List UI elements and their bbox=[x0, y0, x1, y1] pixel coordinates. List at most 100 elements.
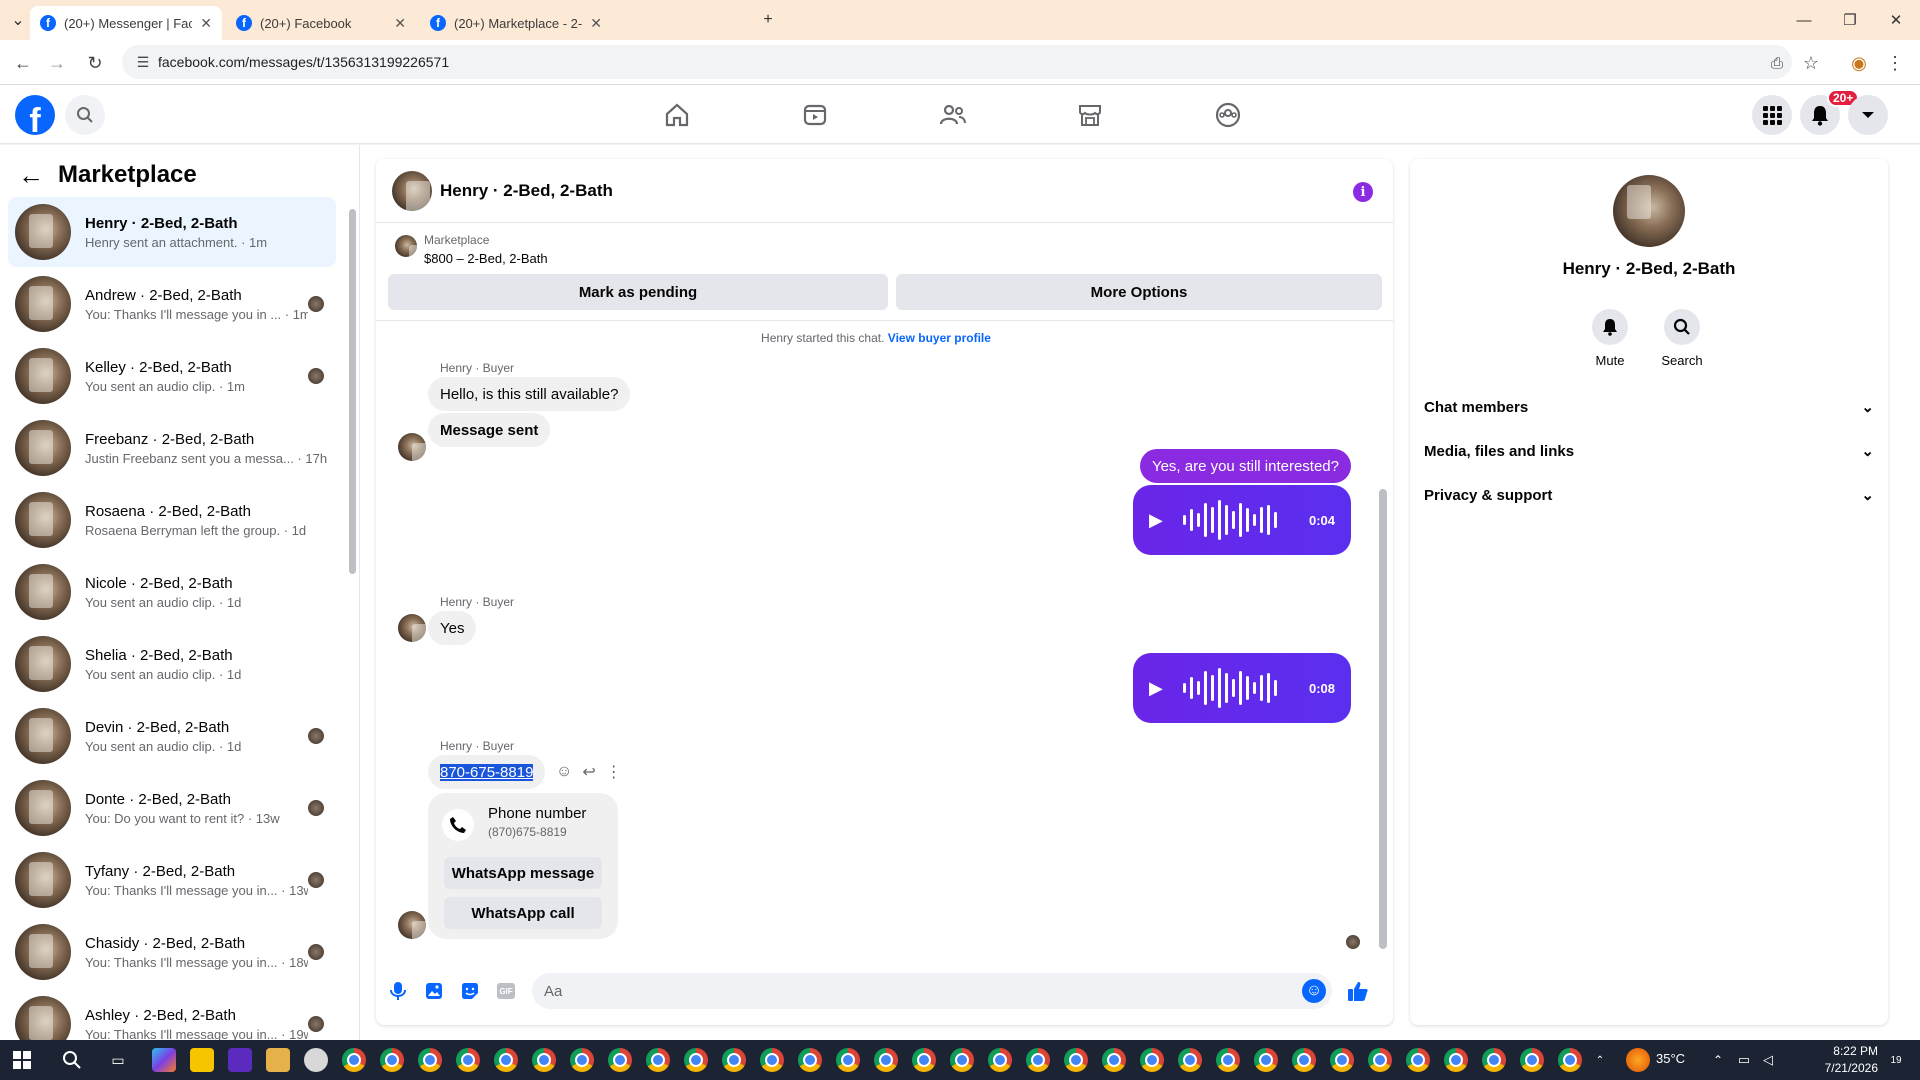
media-files-links-section[interactable]: Media, files and links ⌄ bbox=[1424, 429, 1874, 473]
chrome-icon[interactable] bbox=[1216, 1048, 1240, 1072]
chrome-icon[interactable] bbox=[646, 1048, 670, 1072]
network-icon[interactable]: ▭ bbox=[1732, 1048, 1756, 1072]
chrome-icon[interactable] bbox=[912, 1048, 936, 1072]
whatsapp-message-button[interactable]: WhatsApp message bbox=[444, 857, 602, 889]
account-chevron-icon[interactable] bbox=[1848, 95, 1888, 135]
chrome-icon[interactable] bbox=[608, 1048, 632, 1072]
notification-center-icon[interactable]: 19 bbox=[1884, 1048, 1908, 1072]
chrome-icon[interactable] bbox=[722, 1048, 746, 1072]
home-icon[interactable] bbox=[617, 86, 737, 144]
chrome-icon[interactable] bbox=[380, 1048, 404, 1072]
site-info-icon[interactable]: ☰ bbox=[128, 54, 158, 71]
chrome-icon[interactable] bbox=[760, 1048, 784, 1072]
windows-start-icon[interactable] bbox=[10, 1048, 34, 1072]
chrome-icon[interactable] bbox=[1444, 1048, 1468, 1072]
chrome-icon[interactable] bbox=[1330, 1048, 1354, 1072]
chrome-icon[interactable] bbox=[684, 1048, 708, 1072]
chrome-icon[interactable] bbox=[570, 1048, 594, 1072]
video-icon[interactable] bbox=[755, 86, 875, 144]
incoming-message[interactable]: Hello, is this still available? bbox=[428, 377, 631, 411]
emoji-icon[interactable]: ☺ bbox=[1302, 979, 1326, 1003]
conversation-item[interactable]: Nicole · 2-Bed, 2-Bath You sent an audio … bbox=[8, 557, 336, 627]
chat-title[interactable]: Henry · 2-Bed, 2-Bath bbox=[440, 181, 613, 201]
privacy-support-section[interactable]: Privacy & support ⌄ bbox=[1424, 473, 1874, 517]
tab-facebook[interactable]: f (20+) Facebook ✕ bbox=[226, 6, 416, 40]
incoming-message-phone[interactable]: 870-675-8819 bbox=[428, 755, 546, 789]
chrome-icon[interactable] bbox=[1520, 1048, 1544, 1072]
conversation-item[interactable]: Andrew · 2-Bed, 2-Bath You: Thanks I'll m… bbox=[8, 269, 336, 339]
task-view-icon[interactable]: ▭ bbox=[106, 1048, 130, 1072]
chrome-icon[interactable] bbox=[494, 1048, 518, 1072]
weather-temperature[interactable]: 35°C bbox=[1656, 1051, 1685, 1066]
gif-icon[interactable]: GIF bbox=[488, 973, 524, 1009]
reload-icon[interactable]: ↻ bbox=[82, 50, 108, 76]
chrome-icon[interactable] bbox=[988, 1048, 1012, 1072]
bookmark-star-icon[interactable]: ☆ bbox=[1798, 50, 1824, 76]
close-tab-icon[interactable]: ✕ bbox=[200, 15, 212, 32]
incoming-message[interactable]: Yes bbox=[428, 611, 477, 645]
browser-menu-icon[interactable]: ⋮ bbox=[1882, 50, 1908, 76]
conversation-item[interactable]: Henry · 2-Bed, 2-Bath Henry sent an attac… bbox=[8, 197, 336, 267]
chat-avatar[interactable] bbox=[392, 170, 432, 211]
app-icon[interactable] bbox=[304, 1048, 328, 1072]
chrome-icon[interactable] bbox=[1406, 1048, 1430, 1072]
forward-icon[interactable]: → bbox=[44, 50, 70, 76]
profile-avatar[interactable] bbox=[1613, 175, 1685, 247]
friends-icon[interactable] bbox=[893, 86, 1013, 144]
thumbs-up-icon[interactable] bbox=[1340, 973, 1376, 1009]
tab-search-chevron-icon[interactable]: ⌄ bbox=[6, 8, 30, 32]
incoming-message[interactable]: Message sent bbox=[428, 413, 551, 447]
chrome-icon[interactable] bbox=[1368, 1048, 1392, 1072]
reply-icon[interactable]: ↩ bbox=[582, 762, 595, 782]
microphone-icon[interactable] bbox=[380, 973, 416, 1009]
close-tab-icon[interactable]: ✕ bbox=[590, 15, 602, 32]
groups-icon[interactable] bbox=[1168, 86, 1288, 144]
conversation-item[interactable]: Tyfany · 2-Bed, 2-Bath You: Thanks I'll m… bbox=[8, 845, 336, 915]
close-window-icon[interactable]: ✕ bbox=[1876, 6, 1916, 34]
conversation-item[interactable]: Rosaena · 2-Bed, 2-Bath Rosaena Berryman … bbox=[8, 485, 336, 555]
chat-members-section[interactable]: Chat members ⌄ bbox=[1424, 385, 1874, 429]
chrome-icon[interactable] bbox=[950, 1048, 974, 1072]
minimize-icon[interactable]: — bbox=[1784, 6, 1824, 34]
chrome-icon[interactable] bbox=[1254, 1048, 1278, 1072]
outgoing-audio-message[interactable]: ▶ 0:08 bbox=[1133, 653, 1351, 723]
more-actions-icon[interactable]: ⋮ bbox=[606, 762, 622, 782]
chrome-icon[interactable] bbox=[342, 1048, 366, 1072]
new-tab-icon[interactable]: + bbox=[756, 8, 780, 32]
chrome-icon[interactable] bbox=[836, 1048, 860, 1072]
chrome-icon[interactable] bbox=[1558, 1048, 1582, 1072]
search-in-conversation-button[interactable]: Search bbox=[1652, 309, 1712, 368]
chrome-icon[interactable] bbox=[1292, 1048, 1316, 1072]
chrome-icon[interactable] bbox=[1102, 1048, 1126, 1072]
play-icon[interactable]: ▶ bbox=[1149, 510, 1163, 531]
app-icon[interactable] bbox=[228, 1048, 252, 1072]
chrome-icon[interactable] bbox=[1178, 1048, 1202, 1072]
search-icon[interactable] bbox=[60, 1048, 84, 1072]
more-options-button[interactable]: More Options bbox=[896, 274, 1382, 310]
message-input[interactable]: Aa ☺ bbox=[532, 973, 1332, 1009]
photo-icon[interactable] bbox=[416, 973, 452, 1009]
speaker-icon[interactable]: ◁ bbox=[1756, 1048, 1780, 1072]
search-icon[interactable] bbox=[65, 95, 105, 135]
chrome-icon[interactable] bbox=[456, 1048, 480, 1072]
install-app-icon[interactable]: ⎙ bbox=[1764, 50, 1790, 76]
chat-scrollbar[interactable] bbox=[1379, 489, 1387, 949]
outgoing-message[interactable]: Yes, are you still interested? bbox=[1139, 449, 1351, 483]
sticky-notes-icon[interactable] bbox=[190, 1048, 214, 1072]
whatsapp-call-button[interactable]: WhatsApp call bbox=[444, 897, 602, 929]
chrome-icon[interactable] bbox=[798, 1048, 822, 1072]
listing-price-title[interactable]: $800 – 2-Bed, 2-Bath bbox=[424, 251, 548, 266]
chrome-icon[interactable] bbox=[1064, 1048, 1088, 1072]
weather-icon[interactable] bbox=[1626, 1048, 1650, 1072]
back-arrow-icon[interactable]: ← bbox=[18, 160, 44, 191]
profile-icon[interactable]: ◉ bbox=[1846, 50, 1872, 76]
info-icon[interactable]: i bbox=[1353, 182, 1373, 202]
react-emoji-icon[interactable]: ☺ bbox=[556, 763, 572, 781]
tab-marketplace[interactable]: f (20+) Marketplace - 2-Bed, 2-B ✕ bbox=[420, 6, 612, 40]
marketplace-icon[interactable] bbox=[1030, 86, 1150, 144]
menu-grid-icon[interactable] bbox=[1752, 95, 1792, 135]
conversation-item[interactable]: Ashley · 2-Bed, 2-Bath You: Thanks I'll m… bbox=[8, 989, 336, 1040]
close-tab-icon[interactable]: ✕ bbox=[394, 15, 406, 32]
overflow-chevron-icon[interactable]: ⌃ bbox=[1588, 1048, 1612, 1072]
mute-button[interactable]: Mute bbox=[1580, 309, 1640, 368]
